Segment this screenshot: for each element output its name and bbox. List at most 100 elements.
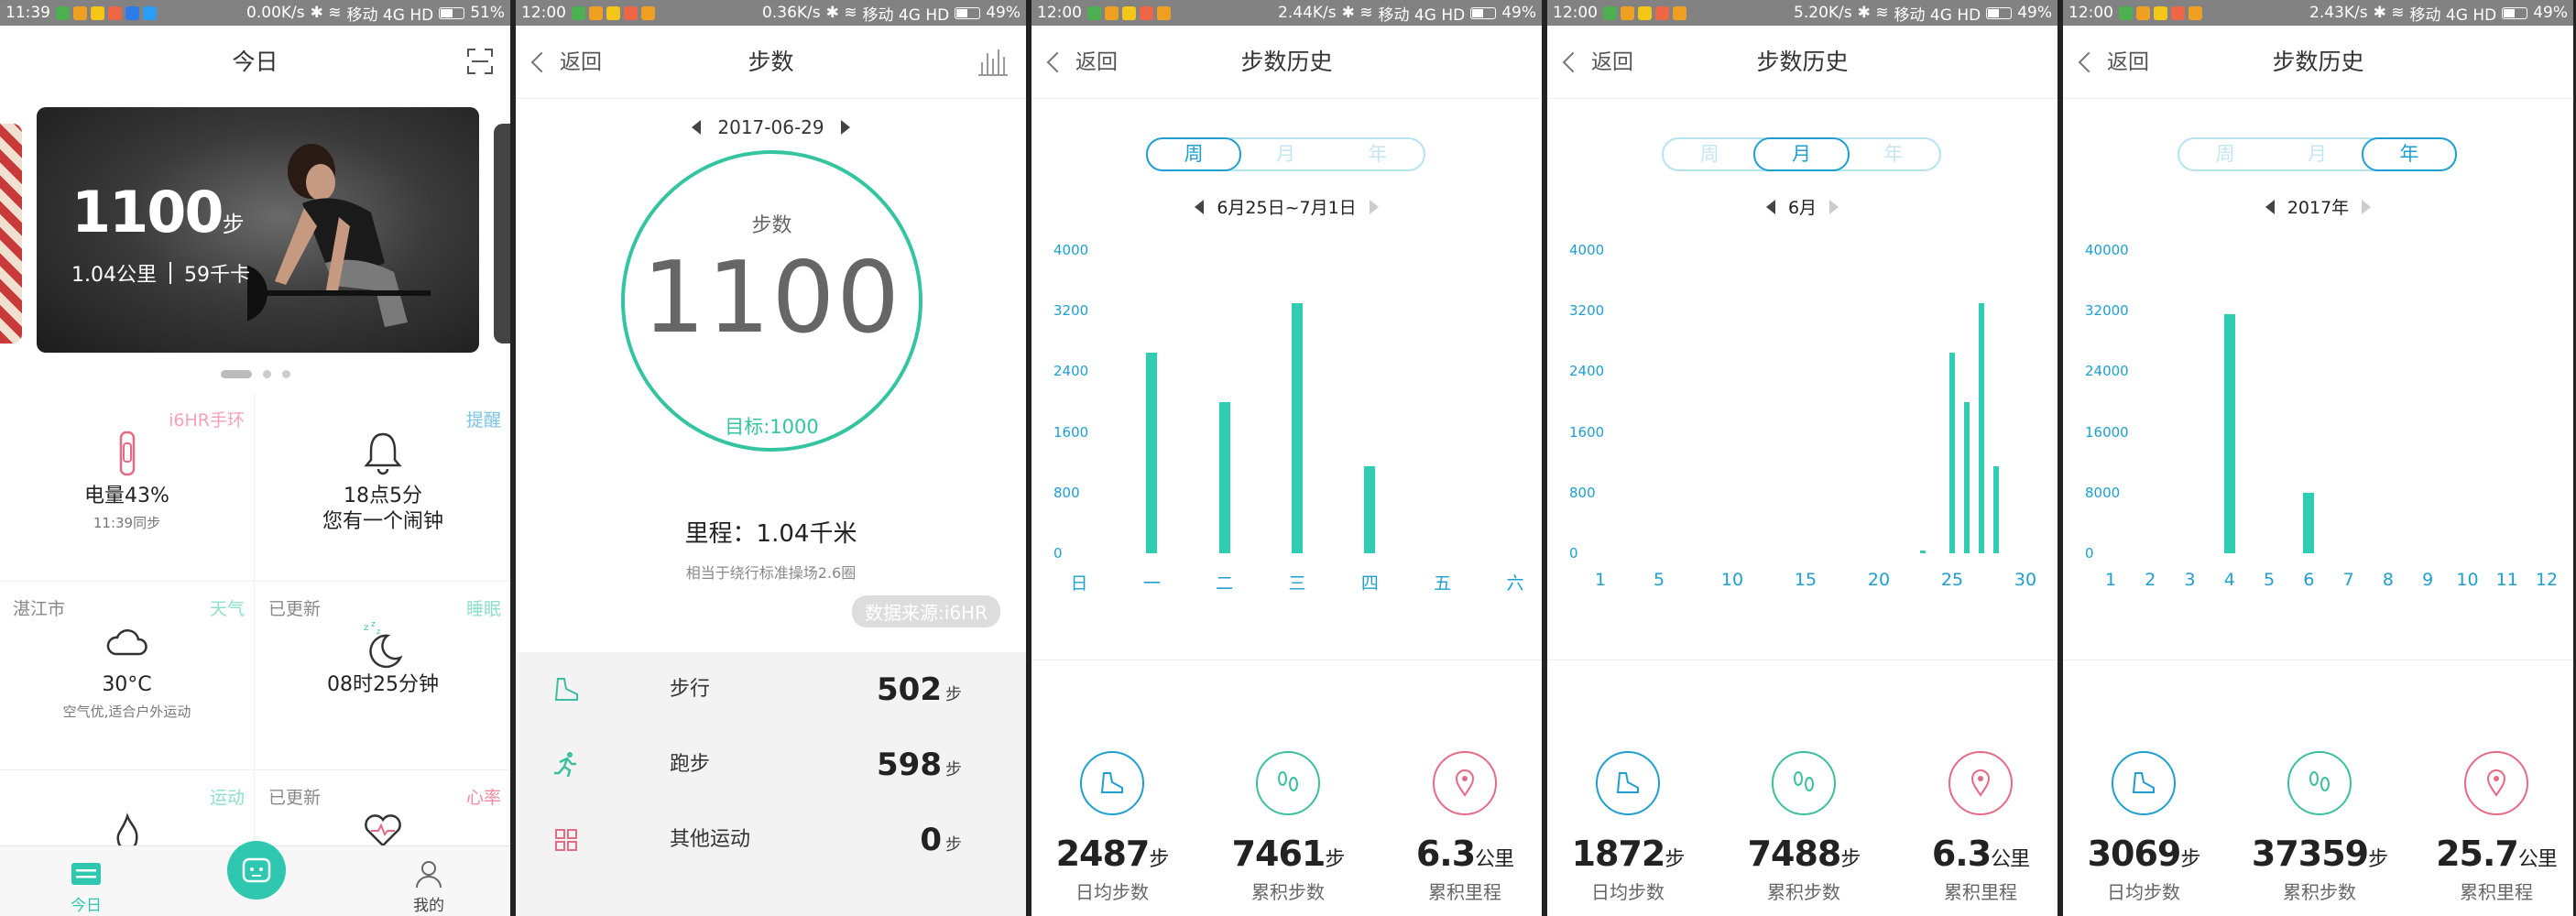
x-tick-label: 7 bbox=[2342, 570, 2354, 590]
steps-ring: 步数 1100 目标:1000 bbox=[621, 150, 922, 452]
activity-unit: 步 bbox=[945, 685, 962, 704]
bar[interactable] bbox=[1979, 302, 1984, 553]
x-tick-label: 日 bbox=[1070, 573, 1088, 594]
y-tick-label: 0 bbox=[2085, 545, 2094, 562]
reminder-card[interactable]: 提醒 18点5分 您有一个闹钟 bbox=[256, 394, 510, 582]
stat-unit: 步 bbox=[1149, 848, 1169, 871]
location-pin-icon bbox=[1970, 769, 1991, 797]
wifi-icon: ✱ ≋ bbox=[825, 4, 857, 22]
stat-label: 累积步数 bbox=[1251, 881, 1325, 903]
daily-average-steps: 1872步 日均步数 bbox=[1550, 751, 1706, 904]
tab-mine-label: 我的 bbox=[413, 897, 444, 915]
today-screen: 11:39 0.00K/s ✱ ≋ 移动 4G HD 51% 今日 1100步 1.0… bbox=[0, 0, 510, 916]
prev-day-icon[interactable] bbox=[692, 120, 702, 135]
banner-prev-peek[interactable] bbox=[0, 124, 22, 344]
bar[interactable] bbox=[2303, 492, 2315, 553]
stat-value: 25.7 bbox=[2436, 834, 2519, 874]
person-icon bbox=[416, 861, 442, 889]
reminder-tag: 提醒 bbox=[465, 410, 501, 431]
stat-value: 6.3 bbox=[1931, 834, 1992, 874]
band-card[interactable]: i6HR手环 电量43% 11:39同步 bbox=[0, 394, 255, 582]
bar[interactable] bbox=[1993, 465, 1999, 553]
footprints-icon bbox=[1278, 771, 1298, 791]
total-distance: 6.3公里 累积里程 bbox=[1387, 751, 1542, 904]
status-time: 11:39 bbox=[5, 4, 50, 22]
stat-label: 累积里程 bbox=[1944, 881, 2017, 903]
activity-unit: 步 bbox=[945, 835, 962, 855]
distance: 里程：1.04千米 bbox=[684, 520, 857, 548]
bar[interactable] bbox=[1964, 401, 1970, 553]
x-tick-label: 10 bbox=[1720, 570, 1744, 590]
notification-icons bbox=[572, 5, 655, 20]
activity-walk[interactable]: 步行 502 步 bbox=[516, 652, 1026, 727]
temperature: 30°C bbox=[102, 673, 152, 696]
y-tick-label: 40000 bbox=[2085, 242, 2129, 258]
activity-unit: 步 bbox=[945, 760, 962, 780]
y-tick-label: 3200 bbox=[1053, 302, 1089, 320]
activity-other[interactable]: 其他运动 0 步 bbox=[516, 802, 1026, 878]
device-button[interactable] bbox=[227, 841, 286, 900]
x-tick-label: 5 bbox=[1653, 570, 1665, 590]
stat-label: 累积步数 bbox=[2283, 881, 2356, 903]
scan-icon[interactable] bbox=[466, 48, 494, 75]
x-tick-label: 10 bbox=[2456, 570, 2479, 590]
stat-value: 7488 bbox=[1747, 834, 1842, 874]
x-tick-label: 9 bbox=[2422, 570, 2434, 590]
daily-average-steps: 3069步 日均步数 bbox=[2066, 751, 2221, 904]
banner-calories: 59千卡 bbox=[184, 264, 250, 287]
history-week-screen: 12:00 2.44K/s ✱ ≋ 移动 4G HD 49% 返回 步数历史周月年 6月25日… bbox=[1031, 0, 1542, 916]
banner-next-peek[interactable] bbox=[494, 124, 510, 344]
x-tick-label: 25 bbox=[1940, 570, 1964, 590]
bar[interactable] bbox=[1146, 352, 1158, 553]
x-tick-label: 1 bbox=[2104, 570, 2117, 590]
history-year-screen: 12:00 2.43K/s ✱ ≋ 移动 4G HD 49% 返回 步数历史周月年 2017年… bbox=[2063, 0, 2573, 916]
activity-name: 跑步 bbox=[670, 753, 711, 776]
status-net: 移动 4G HD bbox=[346, 5, 434, 25]
svg-text:z: z bbox=[364, 623, 368, 633]
stat-label: 日均步数 bbox=[1591, 881, 1665, 903]
y-tick-label: 4000 bbox=[1053, 242, 1089, 258]
shoe-icon bbox=[554, 678, 578, 701]
device-face-icon bbox=[242, 857, 271, 883]
stat-unit: 步 bbox=[1665, 848, 1685, 871]
y-tick-label: 0 bbox=[1053, 545, 1063, 562]
sleep-updated: 已更新 bbox=[268, 599, 322, 619]
activity-value: 502 bbox=[877, 671, 942, 708]
bar[interactable] bbox=[2223, 314, 2235, 553]
activity-value: 0 bbox=[920, 822, 942, 858]
sleep-card[interactable]: 已更新 睡眠 zzz 08时25分钟 bbox=[256, 583, 510, 770]
location-pin-icon bbox=[2486, 769, 2506, 797]
bar[interactable] bbox=[1218, 401, 1230, 553]
stat-label: 累积里程 bbox=[1428, 881, 1501, 903]
weather-city: 湛江市 bbox=[13, 599, 66, 619]
y-tick-label: 16000 bbox=[2085, 423, 2129, 441]
stat-value: 6.3 bbox=[1415, 834, 1476, 874]
status-time: 12:00 bbox=[521, 4, 566, 22]
activity-value: 598 bbox=[877, 747, 942, 783]
tab-mine[interactable]: 我的 bbox=[383, 856, 475, 915]
bar[interactable] bbox=[1920, 550, 1926, 553]
bar[interactable] bbox=[1292, 302, 1303, 553]
stat-label: 日均步数 bbox=[2107, 881, 2180, 903]
x-tick-label: 5 bbox=[2264, 570, 2276, 590]
next-day-icon[interactable] bbox=[840, 120, 850, 135]
bar[interactable] bbox=[1364, 465, 1376, 553]
banner-steps-unit: 步 bbox=[222, 212, 245, 237]
band-icon bbox=[119, 431, 135, 476]
x-tick-label: 2 bbox=[2145, 570, 2156, 590]
bar[interactable] bbox=[1949, 352, 1955, 553]
history-chart-icon[interactable] bbox=[977, 46, 1010, 77]
steps-bar-chart: 4000 3200 2400 1600 800 0 日 一 二 三 四 五 六 bbox=[1031, 0, 1542, 623]
x-tick-label: 六 bbox=[1506, 573, 1524, 594]
stat-value: 1872 bbox=[1571, 834, 1666, 874]
stat-unit: 步 bbox=[2368, 848, 2388, 871]
today-tab-icon bbox=[71, 863, 101, 885]
steps-banner[interactable]: 1100步 1.04公里 59千卡 bbox=[37, 107, 479, 353]
tab-today[interactable]: 今日 bbox=[40, 856, 132, 915]
sleep-tag: 睡眠 bbox=[465, 599, 501, 619]
top-bar: 今日 bbox=[0, 26, 510, 99]
flame-icon bbox=[115, 812, 138, 849]
weather-card[interactable]: 湛江市 天气 30°C 空气优,适合户外运动 bbox=[0, 583, 255, 770]
activity-run[interactable]: 跑步 598 步 bbox=[516, 727, 1026, 802]
banner-distance: 1.04公里 bbox=[71, 264, 157, 287]
